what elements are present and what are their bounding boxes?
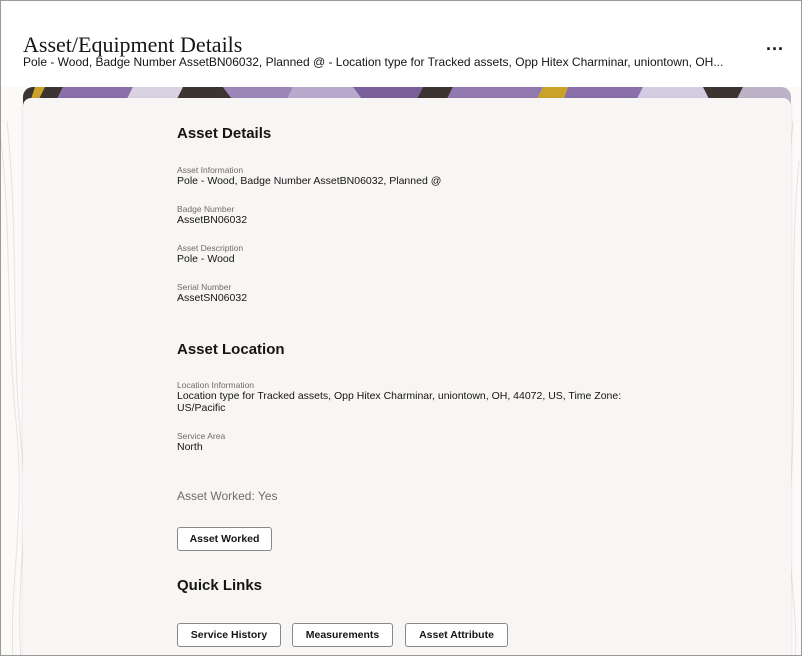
- field-value: US/Pacific: [177, 402, 226, 414]
- asset-worked-button[interactable]: Asset Worked: [177, 527, 272, 551]
- field-value: AssetSN06032: [177, 292, 248, 304]
- asset-information-field: Asset Information Pole - Wood, Badge Num…: [177, 165, 441, 187]
- field-label: Badge Number: [177, 204, 235, 214]
- page-subtitle: Pole - Wood, Badge Number AssetBN06032, …: [23, 55, 724, 69]
- measurements-button[interactable]: Measurements: [292, 623, 393, 647]
- service-history-button[interactable]: Service History: [177, 623, 281, 647]
- asset-location-heading: Asset Location: [177, 341, 285, 358]
- field-label: Service Area: [177, 431, 226, 441]
- field-label: Serial Number: [177, 282, 232, 292]
- field-value: Pole - Wood, Badge Number AssetBN06032, …: [177, 175, 442, 187]
- asset-attribute-button[interactable]: Asset Attribute: [405, 623, 508, 647]
- serial-number-field: Serial Number AssetSN06032: [177, 282, 247, 304]
- app-window: Asset/Equipment Details Pole - Wood, Bad…: [0, 0, 802, 656]
- field-value: North: [177, 441, 203, 453]
- field-label: Asset Description: [177, 243, 244, 253]
- field-value: AssetBN06032: [177, 214, 248, 226]
- field-label: Asset Information: [177, 165, 244, 175]
- field-value: Location type for Tracked assets, Opp Hi…: [177, 390, 622, 402]
- more-actions-icon[interactable]: ...: [761, 35, 789, 59]
- asset-description-field: Asset Description Pole - Wood: [177, 243, 243, 265]
- field-value: Pole - Wood: [177, 253, 235, 265]
- service-area-field: Service Area North: [177, 431, 225, 453]
- location-information-field: Location Information Location type for T…: [177, 380, 621, 414]
- field-label: Location Information: [177, 380, 255, 390]
- asset-details-heading: Asset Details: [177, 125, 272, 142]
- quick-links-heading: Quick Links: [177, 577, 263, 594]
- page-header: Asset/Equipment Details Pole - Wood, Bad…: [1, 1, 801, 87]
- badge-number-field: Badge Number AssetBN06032: [177, 204, 247, 226]
- asset-worked-status: Asset Worked: Yes: [177, 489, 278, 503]
